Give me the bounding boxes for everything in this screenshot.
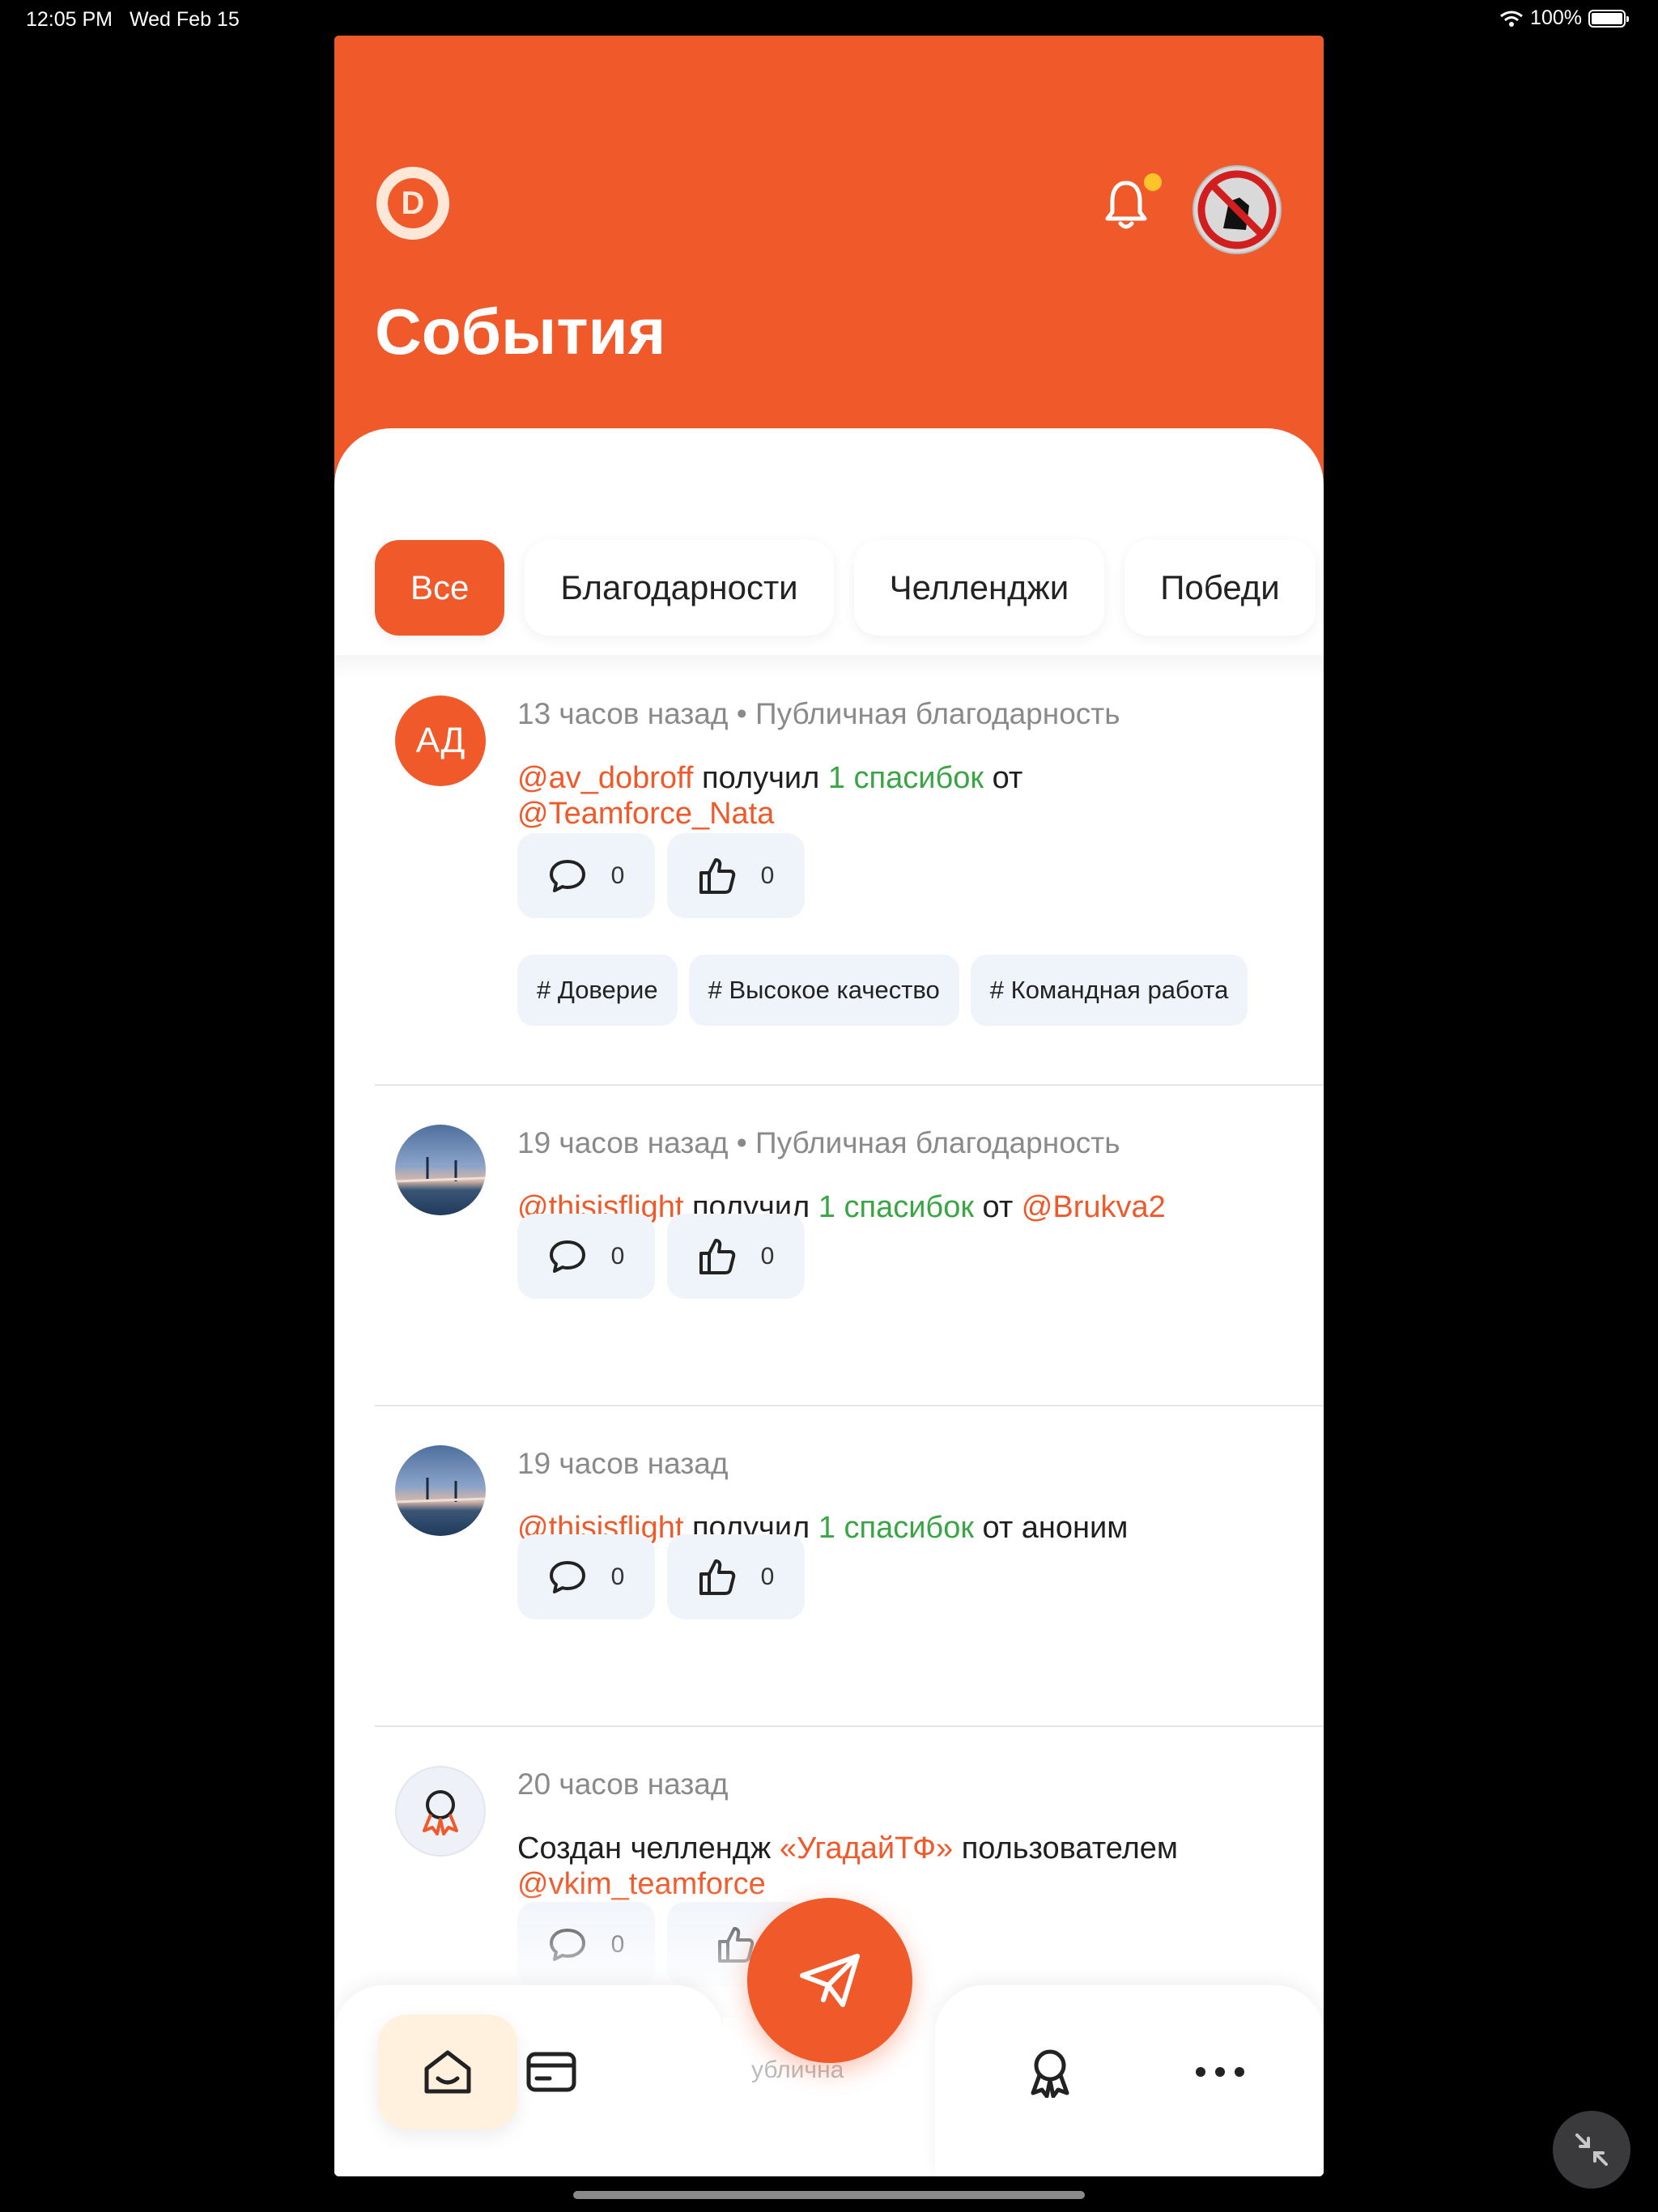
bridge-photo: [395, 1157, 486, 1183]
from-text: от: [982, 1190, 1014, 1224]
feed-item[interactable]: 19 часов назад @thisisflight получил 1 с…: [375, 1405, 1324, 1727]
from-text: от: [992, 761, 1023, 795]
bridge-photo: [395, 1478, 486, 1504]
page-title: События: [375, 296, 666, 368]
tag-list: # Доверие # Высокое качество # Командная…: [517, 955, 1254, 1027]
avatar: АД: [395, 696, 486, 786]
status-right: 100%: [1499, 6, 1629, 30]
tag[interactable]: # Командная работа: [970, 955, 1248, 1026]
tag[interactable]: # Высокое качество: [688, 955, 959, 1026]
meta-separator: •: [736, 697, 755, 730]
more-icon: [1196, 2067, 1244, 2077]
item-meta: 19 часов назад • Публичная благодарность: [517, 1126, 1120, 1160]
amount-text: 1 спасибок: [827, 761, 984, 795]
item-time: 13 часов назад: [517, 697, 729, 730]
comment-button[interactable]: 0: [517, 1534, 655, 1619]
battery-icon: [1588, 9, 1629, 28]
comment-button[interactable]: 0: [517, 833, 655, 918]
item-text: @av_dobroff получил 1 спасибок от @Teamf…: [517, 760, 1246, 832]
item-meta: 13 часов назад • Публичная благодарность: [517, 697, 1120, 731]
filter-all[interactable]: Все: [375, 540, 505, 636]
comment-count: 0: [610, 861, 625, 889]
filter-winners[interactable]: Победи: [1124, 540, 1316, 636]
avatar: [395, 1445, 486, 1536]
comment-button[interactable]: 0: [517, 1214, 655, 1299]
tab-challenges[interactable]: [980, 2014, 1120, 2129]
status-bar: 12:05 PM Wed Feb 15 100%: [0, 0, 1658, 39]
like-button[interactable]: 0: [667, 833, 805, 918]
filter-tabs: Все Благодарности Челленджи Победи: [375, 540, 1316, 636]
notification-dot: [1144, 173, 1162, 191]
like-count: 0: [760, 861, 775, 889]
comment-count: 0: [610, 1563, 625, 1590]
home-indicator[interactable]: [573, 2191, 1085, 2199]
tab-more[interactable]: [1150, 2014, 1290, 2129]
user-avatar[interactable]: [1192, 165, 1282, 254]
by-text: пользователем: [961, 1831, 1179, 1865]
app-window: D События Все Благодарности Челленджи По…: [334, 36, 1324, 2176]
collapse-icon: [1575, 2133, 1608, 2166]
status-date: Wed Feb 15: [130, 8, 240, 31]
award-icon: [1031, 2049, 1069, 2098]
comment-icon: [549, 859, 585, 892]
like-button[interactable]: 0: [667, 1214, 805, 1299]
filter-challenges[interactable]: Челленджи: [853, 540, 1105, 636]
battery-percent: 100%: [1530, 6, 1582, 29]
recipient-link[interactable]: @av_dobroff: [517, 761, 693, 795]
item-type: Публичная благодарность: [755, 697, 1120, 730]
item-time: 20 часов назад: [517, 1767, 729, 1801]
collapse-button[interactable]: [1553, 2111, 1630, 2189]
wifi-icon: [1500, 11, 1523, 27]
like-count: 0: [760, 1563, 775, 1590]
logo-icon[interactable]: D: [376, 167, 449, 240]
sender-link[interactable]: @Brukva2: [1022, 1190, 1166, 1224]
tag[interactable]: # Доверие: [517, 955, 678, 1026]
card-icon: [526, 2052, 576, 2092]
home-icon: [424, 2050, 471, 2094]
feed-item[interactable]: 19 часов назад • Публичная благодарность…: [375, 1084, 1324, 1406]
no-gesture-icon: [1194, 167, 1280, 253]
item-meta: 20 часов назад: [517, 1767, 728, 1802]
send-icon: [800, 1954, 860, 2007]
bell-icon[interactable]: [1102, 177, 1150, 233]
item-actions-main: 0 0: [517, 1214, 805, 1299]
avatar: [395, 1766, 486, 1857]
like-count: 0: [760, 1242, 775, 1270]
meta-separator: •: [736, 1126, 755, 1159]
item-type: Публичная благодарность: [755, 1126, 1120, 1159]
sender-link[interactable]: @Teamforce_Nata: [517, 797, 774, 831]
thumbs-up-icon: [699, 1238, 735, 1274]
item-actions: 0 0: [517, 833, 805, 918]
item-time: 19 часов назад: [517, 1447, 729, 1480]
comment-icon: [549, 1240, 585, 1273]
verb-text: получил: [702, 761, 820, 795]
item-actions: 0 0: [517, 1534, 805, 1619]
feed-item[interactable]: АД 13 часов назад • Публичная благодарно…: [375, 655, 1324, 1086]
amount-text: 1 спасибок: [818, 1190, 974, 1224]
thumbs-up-icon: [699, 1559, 735, 1595]
tab-wallet[interactable]: [482, 2014, 621, 2129]
challenge-link[interactable]: «УгадайТФ»: [780, 1831, 953, 1865]
prefix-text: Создан челлендж: [517, 1831, 772, 1865]
comment-icon: [549, 1560, 585, 1593]
award-icon: [423, 1790, 458, 1836]
amount-text: 1 спасибок: [818, 1511, 974, 1545]
status-time: 12:05 PM: [26, 8, 113, 31]
like-button[interactable]: 0: [667, 1534, 805, 1619]
filter-thanks[interactable]: Благодарности: [525, 540, 834, 636]
item-time: 19 часов назад: [517, 1126, 729, 1159]
send-thanks-button[interactable]: [747, 1898, 912, 2063]
logo-letter: D: [388, 178, 438, 228]
from-text: от аноним: [982, 1511, 1129, 1545]
thumbs-up-icon: [699, 857, 735, 894]
item-meta: 19 часов назад: [517, 1447, 728, 1481]
avatar: [395, 1125, 486, 1215]
comment-count: 0: [610, 1242, 625, 1270]
